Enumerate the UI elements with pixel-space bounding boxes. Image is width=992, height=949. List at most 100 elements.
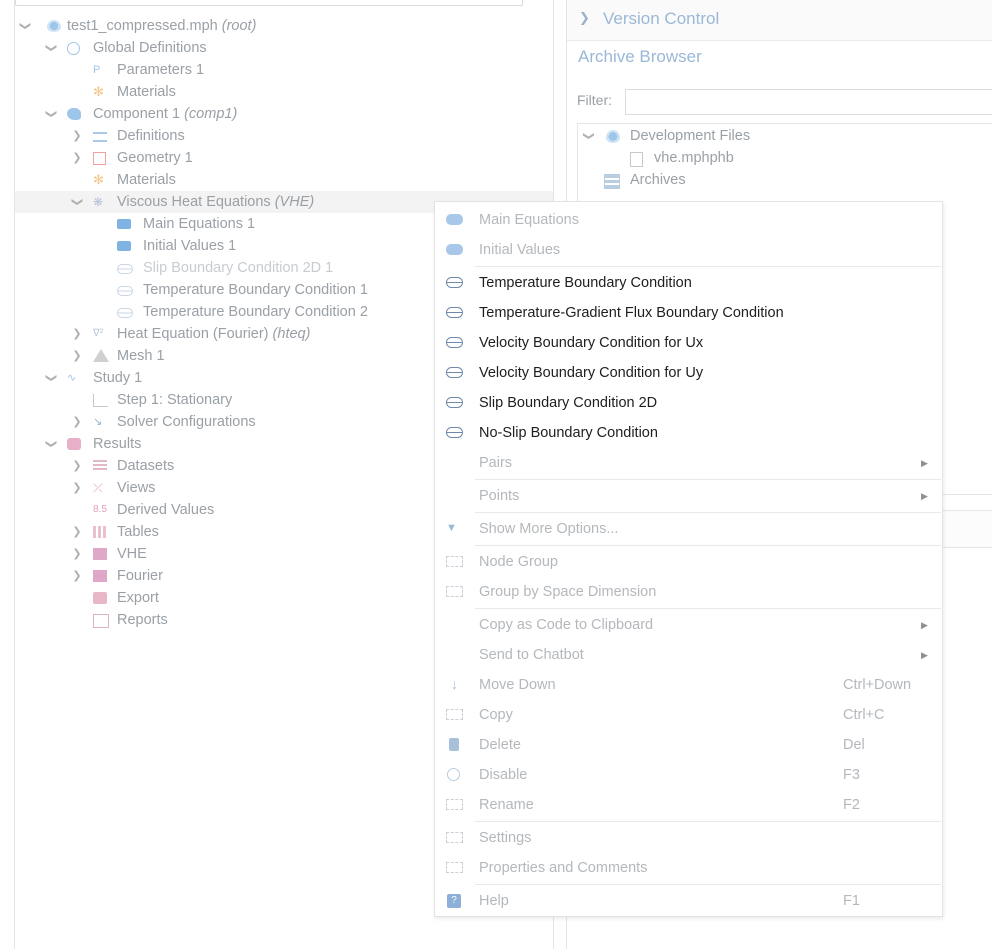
menu-separator: [475, 512, 941, 513]
menu-item-label: Slip Boundary Condition 2D: [479, 395, 658, 411]
menu-item-shortcut: Ctrl+Down: [843, 677, 912, 693]
submenu-arrow-icon: ▶: [921, 620, 928, 630]
menu-item-velocity-bc-uy[interactable]: Velocity Boundary Condition for Uy: [435, 358, 942, 388]
menu-item-help[interactable]: ? Help F1: [435, 886, 942, 916]
menu-separator: [475, 884, 941, 885]
solver-icon: ↘: [93, 416, 103, 428]
boundary-feature-icon: [446, 397, 463, 408]
group-by-dimension-icon: [446, 586, 463, 597]
menu-item-main-equations[interactable]: Main Equations: [435, 205, 942, 235]
tree-search-input[interactable]: [15, 0, 523, 6]
menu-item-show-more-options[interactable]: ▼ Show More Options...: [435, 514, 942, 544]
chevron-right-icon[interactable]: ❯: [71, 345, 83, 367]
menu-item-pairs[interactable]: Pairs ▶: [435, 448, 942, 478]
tree-node-label: Initial Values 1: [143, 238, 237, 254]
tree-node-label: Views: [117, 480, 156, 496]
boundary-feature-icon: [117, 264, 133, 274]
settings-icon: [446, 832, 463, 843]
tree-node-label: Materials: [117, 84, 176, 100]
tree-node-label: Datasets: [117, 458, 175, 474]
menu-item-node-group[interactable]: Node Group: [435, 547, 942, 577]
chevron-down-icon[interactable]: ❯: [40, 438, 62, 450]
menu-item-initial-values[interactable]: Initial Values: [435, 235, 942, 265]
boundary-feature-icon: [117, 308, 133, 318]
filter-input[interactable]: [625, 89, 992, 115]
arrow-down-icon: ↓: [451, 676, 458, 692]
menu-item-label: Copy as Code to Clipboard: [479, 617, 654, 633]
domain-feature-icon: [446, 214, 463, 225]
chevron-down-icon[interactable]: ❯: [40, 108, 62, 120]
chevron-right-icon[interactable]: ❯: [71, 477, 83, 499]
menu-item-label: Copy: [479, 707, 513, 723]
menu-separator: [475, 266, 941, 267]
menu-item-properties-and-comments[interactable]: Properties and Comments: [435, 853, 942, 883]
menu-item-copy-as-code[interactable]: Copy as Code to Clipboard ▶: [435, 610, 942, 640]
menu-item-copy[interactable]: Copy Ctrl+C: [435, 700, 942, 730]
tree-node-label: Slip Boundary Condition 2D 1: [143, 260, 334, 276]
menu-separator: [475, 545, 941, 546]
menu-item-label: Move Down: [479, 677, 556, 693]
menu-item-velocity-bc-ux[interactable]: Velocity Boundary Condition for Ux: [435, 328, 942, 358]
version-control-title: Version Control: [603, 9, 720, 28]
menu-item-group-by-space-dimension[interactable]: Group by Space Dimension: [435, 577, 942, 607]
boundary-feature-icon: [446, 277, 463, 288]
menu-item-send-to-chatbot[interactable]: Send to Chatbot ▶: [435, 640, 942, 670]
menu-item-disable[interactable]: Disable F3: [435, 760, 942, 790]
model-icon: [47, 20, 61, 32]
menu-item-points[interactable]: Points ▶: [435, 481, 942, 511]
chevron-right-icon[interactable]: ❯: [71, 455, 83, 477]
chevron-right-icon[interactable]: ❯: [71, 411, 83, 433]
tree-node-label: Parameters 1: [117, 62, 205, 78]
chevron-down-icon[interactable]: ❯: [14, 20, 36, 32]
menu-item-label: Group by Space Dimension: [479, 584, 657, 600]
archive-browser-title: Archive Browser: [578, 47, 702, 66]
component-icon: [67, 108, 81, 120]
tree-node-label: Export: [117, 590, 159, 606]
chevron-down-icon[interactable]: ❯: [578, 131, 600, 140]
chevron-down-icon[interactable]: ❯: [66, 196, 88, 208]
trash-icon: [449, 738, 459, 751]
tree-node-label: Fourier: [117, 568, 163, 584]
menu-item-rename[interactable]: Rename F2: [435, 790, 942, 820]
submenu-arrow-icon: ▶: [921, 491, 928, 501]
tree-node-label: Reports: [117, 612, 168, 628]
reports-icon: [93, 614, 109, 628]
chevron-right-icon[interactable]: ❯: [579, 10, 590, 26]
menu-item-label: Velocity Boundary Condition for Uy: [479, 365, 704, 381]
chevron-right-icon[interactable]: ❯: [71, 565, 83, 587]
menu-item-move-down[interactable]: ↓ Move Down Ctrl+Down: [435, 670, 942, 700]
menu-item-no-slip-bc[interactable]: No-Slip Boundary Condition: [435, 418, 942, 448]
disable-icon: [447, 768, 460, 781]
tree-node-label: Mesh 1: [117, 348, 165, 364]
version-control-header[interactable]: ❯ Version Control: [567, 0, 992, 41]
tree-node-label: Temperature Boundary Condition 1: [143, 282, 368, 298]
tree-node-label: Viscous Heat Equations: [117, 194, 271, 210]
tree-node-label: Component 1: [93, 106, 181, 122]
menu-item-slip-bc-2d[interactable]: Slip Boundary Condition 2D: [435, 388, 942, 418]
chevron-right-icon[interactable]: ❯: [71, 543, 83, 565]
tree-node-tag: (VHE): [274, 194, 315, 210]
chevron-right-icon[interactable]: ❯: [71, 323, 83, 345]
heat-equation-icon: ∇²: [93, 328, 104, 339]
derived-values-icon: 8.5: [93, 504, 107, 515]
definitions-icon: [93, 132, 107, 142]
chevron-down-icon[interactable]: ❯: [40, 372, 62, 384]
tree-node-label: Solver Configurations: [117, 414, 256, 430]
menu-separator: [475, 821, 941, 822]
chevron-right-icon[interactable]: ❯: [71, 147, 83, 169]
menu-item-delete[interactable]: Delete Del: [435, 730, 942, 760]
menu-item-label: Initial Values: [479, 242, 561, 258]
study-step-icon: [93, 394, 108, 407]
chevron-right-icon[interactable]: ❯: [71, 125, 83, 147]
menu-item-label: Send to Chatbot: [479, 647, 584, 663]
archive-node-label: vhe.mphphb: [654, 150, 734, 166]
menu-item-settings[interactable]: Settings: [435, 823, 942, 853]
menu-item-temperature-gradient-flux-bc[interactable]: Temperature-Gradient Flux Boundary Condi…: [435, 298, 942, 328]
chevron-right-icon[interactable]: ❯: [71, 521, 83, 543]
study-icon: ∿: [67, 372, 77, 384]
menu-item-temperature-bc[interactable]: Temperature Boundary Condition: [435, 268, 942, 298]
chevron-down-icon[interactable]: ❯: [40, 42, 62, 54]
tree-node-label: Results: [93, 436, 142, 452]
properties-icon: [446, 862, 463, 873]
tree-node-tag: (hteq): [272, 326, 311, 342]
